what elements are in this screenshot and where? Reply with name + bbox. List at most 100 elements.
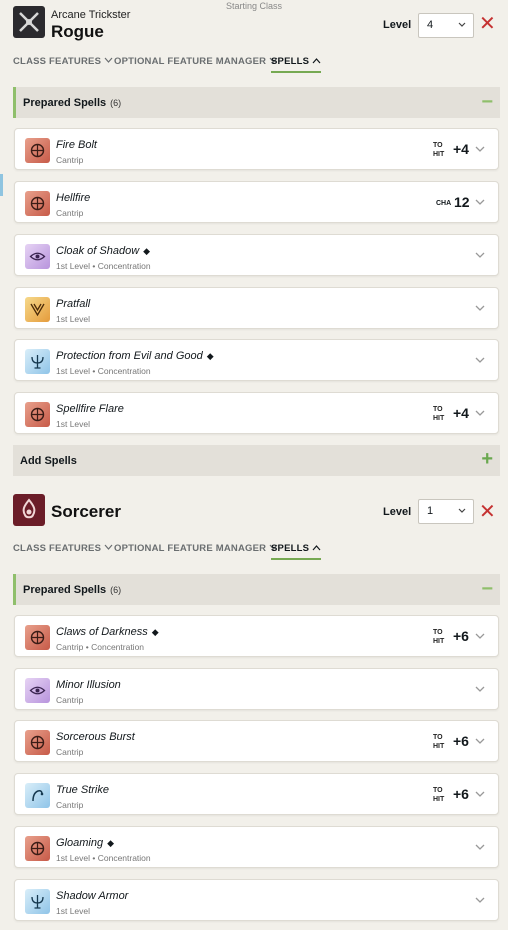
spell-subtext: Cantrip • Concentration (56, 642, 145, 652)
chevron-up-icon (312, 543, 321, 554)
prepared-spells-header[interactable]: Prepared Spells (6) − (13, 87, 500, 118)
collapse-minus-icon[interactable]: − (481, 92, 493, 112)
spell-subtext: 1st Level (56, 419, 91, 429)
spell-row[interactable]: Shadow Armor 1st Level (14, 879, 499, 921)
divination-school-icon (25, 783, 50, 808)
chevron-down-icon (474, 839, 486, 860)
chevron-up-icon (312, 56, 321, 67)
tab-spells[interactable]: SPELLS (271, 543, 322, 560)
subclass-name: Arcane Trickster (51, 9, 131, 21)
tab-optional-feature-manager[interactable]: OPTIONAL FEATURE MANAGER (114, 543, 278, 554)
spell-name: Minor Illusion (56, 679, 121, 691)
spell-subtext: Cantrip (56, 800, 84, 810)
enchantment-school-icon (25, 297, 50, 322)
chevron-down-icon (474, 681, 486, 702)
chevron-down-icon (474, 141, 486, 162)
sorcerer-class-icon (13, 494, 45, 526)
spell-subtext: 1st Level • Concentration (56, 366, 151, 376)
level-value: 1 (427, 505, 434, 517)
evocation-school-icon (25, 138, 50, 163)
ritual-diamond-icon: ◆ (206, 351, 214, 361)
chevron-down-icon (474, 194, 486, 215)
level-label: Level (383, 19, 412, 31)
level-select[interactable]: 1 (418, 499, 474, 524)
add-spells-button[interactable]: Add Spells + (13, 445, 500, 476)
spell-row[interactable]: Cloak of Shadow ◆ 1st Level • Concentrati… (14, 234, 499, 276)
class-header: Starting Class Arcane Trickster Rogue Le… (0, 0, 508, 48)
level-value: 4 (427, 19, 434, 31)
tab-spells[interactable]: SPELLS (271, 56, 322, 73)
collapse-minus-icon[interactable]: − (481, 579, 493, 599)
spell-row[interactable]: Fire Bolt Cantrip TO HIT +4 (14, 128, 499, 170)
remove-class-close-icon[interactable]: ✕ (479, 502, 496, 522)
chevron-down-icon (474, 352, 486, 373)
to-hit-label: TO HIT (433, 142, 445, 158)
evocation-school-icon (25, 191, 50, 216)
class-block-rogue: Starting Class Arcane Trickster Rogue Le… (0, 0, 508, 476)
prepared-spells-header[interactable]: Prepared Spells (6) − (13, 574, 500, 605)
chevron-down-icon (457, 17, 467, 36)
ritual-diamond-icon: ◆ (151, 627, 159, 637)
chevron-down-icon (474, 405, 486, 426)
class-name: Sorcerer (51, 502, 121, 521)
add-spells-label: Add Spells (20, 454, 77, 467)
chevron-down-icon (474, 628, 486, 649)
spell-row[interactable]: Hellfire Cantrip CHA 12 (14, 181, 499, 223)
evocation-school-icon (25, 625, 50, 650)
plus-icon[interactable]: + (481, 449, 493, 469)
spell-name: Shadow Armor (56, 890, 129, 902)
chevron-down-icon (104, 543, 113, 554)
chevron-down-icon (474, 300, 486, 321)
spell-name: Fire Bolt (56, 139, 97, 151)
spell-subtext: Cantrip (56, 155, 84, 165)
tab-optional-feature-manager[interactable]: OPTIONAL FEATURE MANAGER (114, 56, 278, 67)
spell-row[interactable]: Protection from Evil and Good ◆ 1st Level… (14, 339, 499, 381)
attack-bonus: +4 (453, 405, 469, 421)
chevron-down-icon (104, 56, 113, 67)
level-label: Level (383, 506, 412, 518)
chevron-down-icon (474, 247, 486, 268)
spell-subtext: 1st Level (56, 906, 91, 916)
spell-row[interactable]: Spellfire Flare 1st Level TO HIT +4 (14, 392, 499, 434)
attack-bonus: +6 (453, 786, 469, 802)
selection-marker (0, 174, 3, 196)
spell-subtext: 1st Level • Concentration (56, 261, 151, 271)
chevron-down-icon (474, 733, 486, 754)
spell-name: Sorcerous Burst (56, 731, 135, 743)
ritual-diamond-icon: ◆ (107, 838, 114, 848)
spell-name: Gloaming ◆ (56, 837, 114, 849)
abjuration-school-icon (25, 349, 50, 374)
ritual-diamond-icon: ◆ (143, 246, 151, 256)
evocation-school-icon (25, 402, 50, 427)
save-dc-value: 12 (454, 194, 470, 210)
spell-row[interactable]: Minor Illusion Cantrip (14, 668, 499, 710)
tab-class-features[interactable]: CLASS FEATURES (13, 56, 113, 67)
spell-row[interactable]: Sorcerous Burst Cantrip TO HIT +6 (14, 720, 499, 762)
to-hit-label: TO HIT (433, 406, 445, 422)
tab-class-features[interactable]: CLASS FEATURES (13, 543, 113, 554)
spell-name: Hellfire (56, 192, 91, 204)
spell-row[interactable]: Pratfall 1st Level (14, 287, 499, 329)
attack-bonus: +4 (453, 141, 469, 157)
spell-name: Claws of Darkness ◆ (56, 626, 159, 638)
spell-name: True Strike (56, 784, 109, 796)
to-hit-label: TO HIT (433, 787, 445, 803)
spell-row[interactable]: Gloaming ◆ 1st Level • Concentration (14, 826, 499, 868)
prepared-spells-count: (6) (110, 584, 122, 595)
evocation-school-icon (25, 836, 50, 861)
spell-row[interactable]: Claws of Darkness ◆ Cantrip • Concentrati… (14, 615, 499, 657)
chevron-down-icon (457, 503, 467, 522)
evocation-school-icon (25, 730, 50, 755)
to-hit-label: TO HIT (433, 629, 445, 645)
prepared-spells-count: (6) (110, 97, 122, 108)
spell-name: Pratfall (56, 298, 91, 310)
spell-row[interactable]: True Strike Cantrip TO HIT +6 (14, 773, 499, 815)
level-select[interactable]: 4 (418, 13, 474, 38)
attack-bonus: +6 (453, 733, 469, 749)
chevron-down-icon (474, 892, 486, 913)
spell-subtext: Cantrip (56, 747, 84, 757)
illusion-school-icon (25, 678, 50, 703)
spell-subtext: Cantrip (56, 208, 84, 218)
remove-class-close-icon[interactable]: ✕ (479, 14, 496, 34)
save-stat-label: CHA (436, 200, 452, 207)
